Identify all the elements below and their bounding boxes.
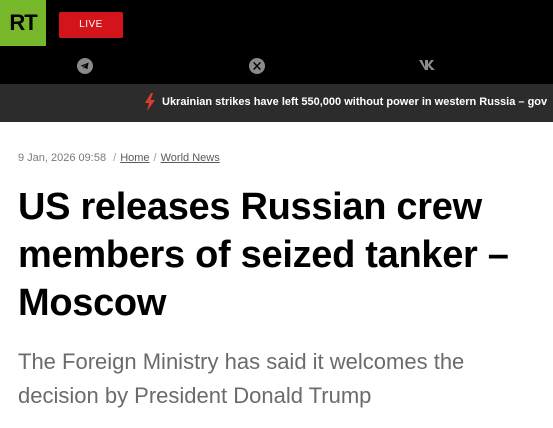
- x-icon[interactable]: [249, 58, 265, 79]
- publish-date: 9 Jan, 2026 09:58: [18, 152, 107, 164]
- article-summary: The Foreign Ministry has said it welcome…: [18, 349, 465, 408]
- breadcrumb-separator: /: [113, 152, 117, 164]
- top-navigation-bar: RT LIVE: [0, 0, 553, 84]
- article-meta: 9 Jan, 2026 09:58 /Home / World News: [18, 152, 220, 164]
- breadcrumb-separator: /: [153, 152, 157, 164]
- vk-icon[interactable]: [418, 58, 438, 77]
- breaking-news-ticker[interactable]: Ukrainian strikes have left 550,000 with…: [0, 84, 553, 122]
- live-button[interactable]: LIVE: [59, 12, 123, 38]
- lightning-icon: [144, 93, 156, 116]
- rt-logo[interactable]: RT: [0, 0, 46, 46]
- breadcrumb-world-news-link[interactable]: World News: [161, 152, 220, 164]
- breadcrumb-home-link[interactable]: Home: [120, 152, 149, 164]
- ticker-headline[interactable]: Ukrainian strikes have left 550,000 with…: [162, 96, 547, 108]
- telegram-icon[interactable]: [77, 58, 93, 79]
- article-title: US releases Russian crew members of seiz…: [18, 186, 509, 324]
